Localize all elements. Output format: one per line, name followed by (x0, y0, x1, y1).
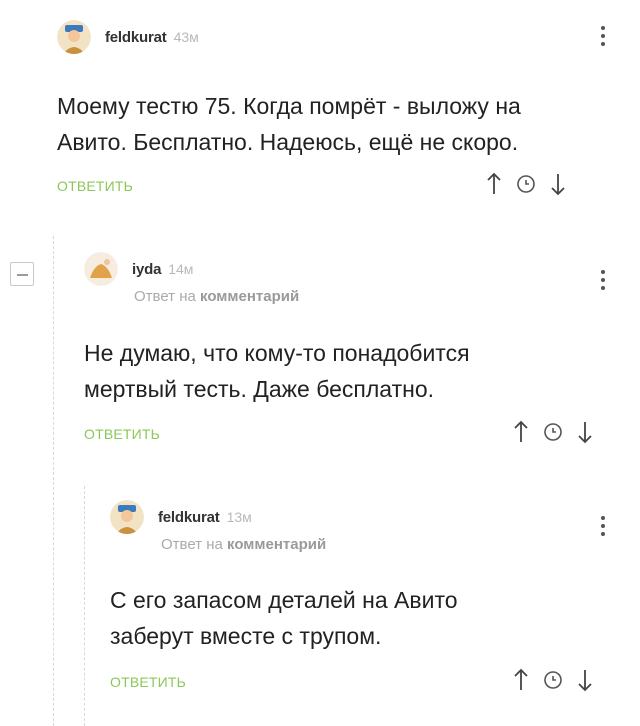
username[interactable]: feldkurat (158, 509, 220, 526)
comment: feldkurat 13м Ответ на комментарий С его… (0, 0, 640, 726)
reply-to-note: Ответ на комментарий (161, 536, 326, 553)
comment-text-line: заберут вместе с трупом. (110, 623, 382, 649)
timestamp: 13м (226, 509, 252, 525)
arrow-down-icon[interactable] (576, 667, 594, 693)
comment-header: feldkurat 13м (110, 500, 252, 534)
avatar[interactable] (110, 500, 144, 534)
comment-text-line: С его запасом деталей на Авито (110, 587, 458, 613)
reply-to-prefix: Ответ на (161, 536, 223, 553)
clock-icon[interactable] (538, 667, 568, 693)
more-vertical-icon[interactable] (600, 516, 606, 540)
arrow-up-icon[interactable] (512, 667, 530, 693)
comment-navigation (512, 667, 594, 693)
reply-button[interactable]: ОТВЕТИТЬ (110, 674, 186, 690)
parent-comment-link[interactable]: комментарий (227, 536, 326, 553)
